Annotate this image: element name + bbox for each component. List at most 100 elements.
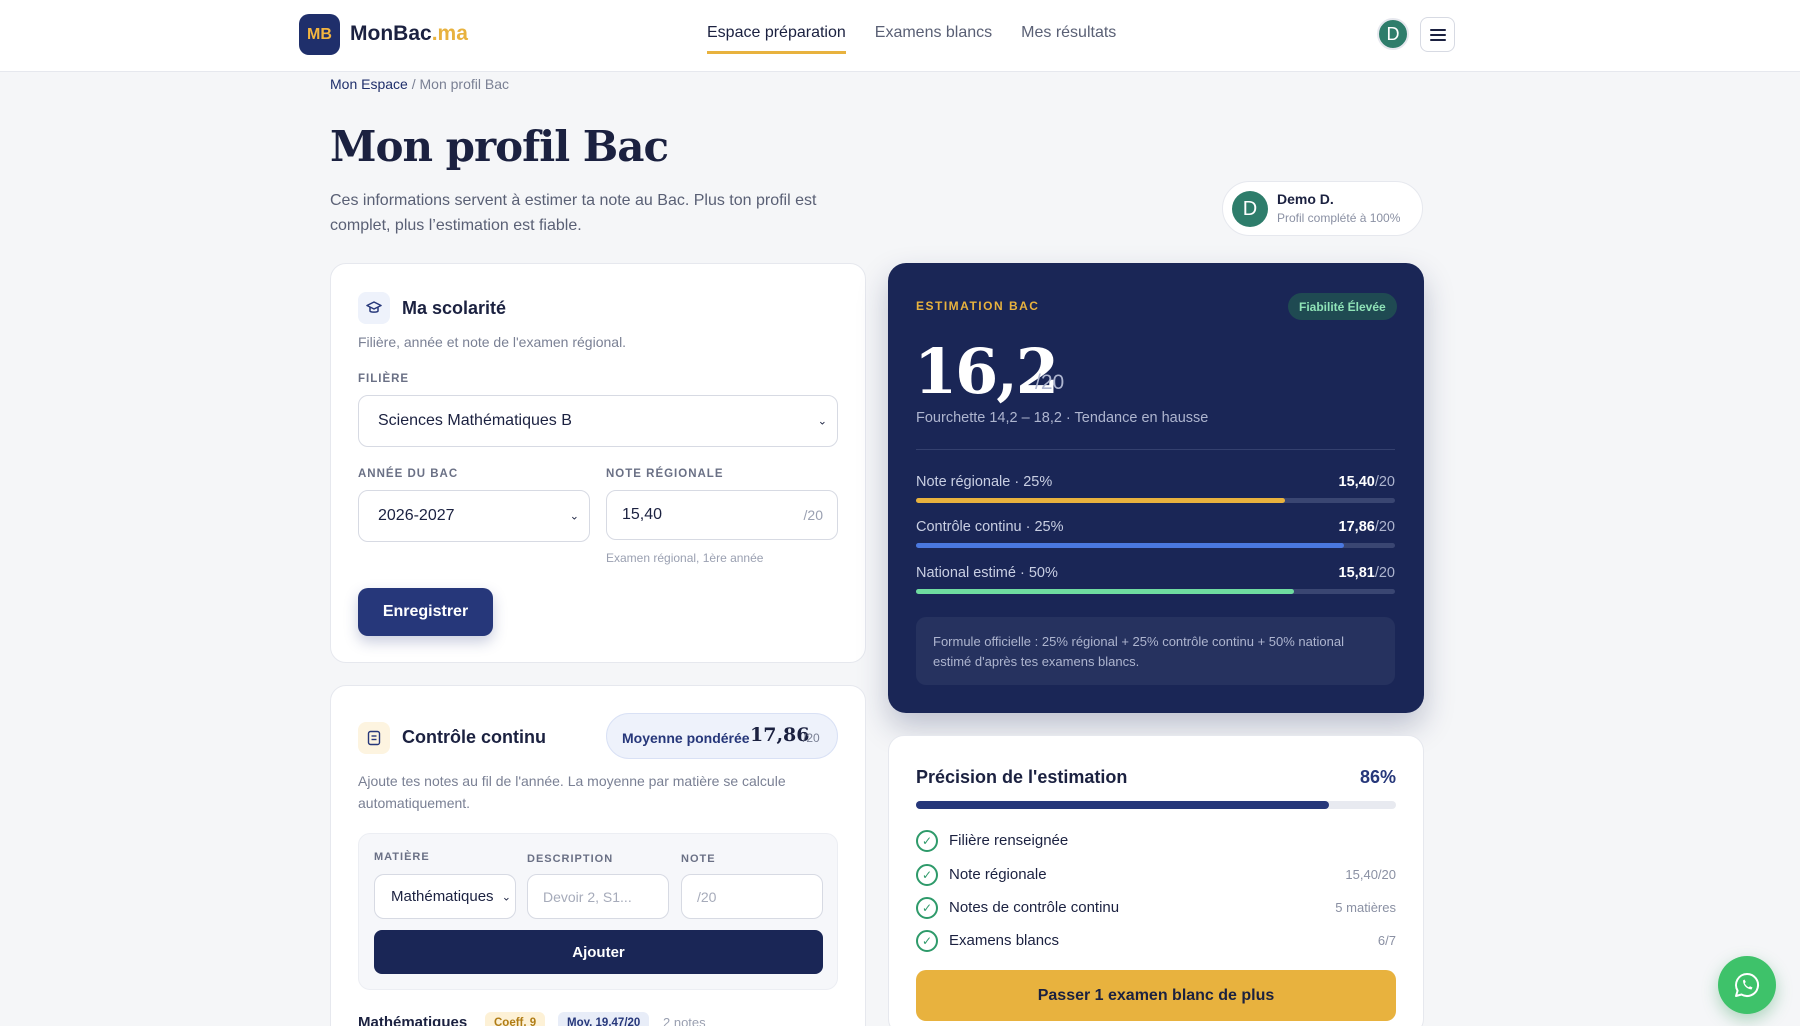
page-subtitle: Ces informations servent à estimer ta no…: [330, 192, 817, 234]
precision-percent: 86%: [1359, 767, 1396, 787]
estimated-score-over: /20: [1035, 371, 1065, 394]
add-grade-panel: MATIÈRE Mathématiques ⌄ DESCRIPTION Devo…: [358, 833, 838, 990]
component-label: Contrôle continu · 25%: [916, 519, 1064, 535]
weighted-average-chip: Moyenne pondérée 17,86 /20: [606, 713, 838, 759]
component-score: 15,81: [1338, 565, 1375, 581]
notebook-icon: [358, 722, 390, 754]
weighted-average-value: 17,86: [750, 724, 810, 746]
user-profile-chip[interactable]: D Demo D. Profil complété à 100%: [1222, 181, 1423, 236]
breadcrumb-link-mon-espace[interactable]: Mon Espace: [330, 76, 408, 92]
filiere-select[interactable]: Sciences Mathématiques B ⌄: [358, 395, 838, 447]
check-circle-icon: ✓: [916, 897, 938, 919]
profile-completion: Profil complété à 100%: [1277, 211, 1401, 225]
nav-link-espace-preparation[interactable]: Espace préparation: [707, 24, 846, 54]
component-label: National estimé · 50%: [916, 565, 1058, 581]
filiere-label: FILIÈRE: [358, 373, 410, 385]
add-grade-button[interactable]: Ajouter: [374, 930, 823, 974]
check-label: Filière renseignée: [949, 832, 1069, 849]
breadcrumb-separator: /: [407, 76, 420, 92]
matiere-select[interactable]: Mathématiques ⌄: [374, 874, 516, 919]
check-aside: 5 matières: [1335, 900, 1396, 915]
check-note-regionale: ✓ Note régionale 15,40/20: [916, 863, 1396, 887]
nav-link-examens-blancs[interactable]: Examens blancs: [875, 24, 992, 54]
scolarite-description: Filière, année et note de l'examen régio…: [358, 334, 627, 350]
annee-value: 2026-2027: [378, 507, 455, 524]
graduation-cap-icon: [358, 292, 390, 324]
annee-label: ANNÉE DU BAC: [358, 468, 459, 480]
check-circle-icon: ✓: [916, 864, 938, 886]
weighted-average-label: Moyenne pondérée: [622, 730, 750, 746]
breadcrumb-current: Mon profil Bac: [419, 76, 509, 92]
note-regionale-value: 15,40: [622, 506, 663, 523]
logo-text[interactable]: MonBac.ma: [350, 22, 468, 46]
component-value: 17,86/20: [1339, 519, 1395, 535]
controle-title: Contrôle continu: [402, 727, 546, 747]
reliability-badge: Fiabilité Élevée: [1288, 293, 1397, 320]
whatsapp-icon: [1735, 972, 1759, 997]
chevron-down-icon: ⌄: [817, 415, 827, 428]
component-controle-continu: Contrôle continu · 25% 17,86/20: [916, 519, 1395, 549]
check-label: Note régionale: [949, 866, 1047, 883]
check-filiere: ✓ Filière renseignée: [916, 829, 1396, 853]
save-button[interactable]: Enregistrer: [358, 588, 493, 636]
grade-count: 2 notes: [663, 1015, 706, 1026]
logo-name: MonBac: [350, 22, 432, 45]
note-regionale-input[interactable]: 15,40 /20: [606, 490, 838, 540]
component-note-regionale: Note régionale · 25% 15,40/20: [916, 474, 1395, 504]
logo-tld: .ma: [431, 22, 468, 45]
menu-button[interactable]: [1420, 17, 1455, 52]
controle-description: Ajoute tes notes au fil de l'année. La m…: [358, 773, 786, 811]
scolarite-card: Ma scolarité Filière, année et note de l…: [330, 263, 866, 663]
note-regionale-suffix: /20: [803, 507, 823, 523]
subject-average-badge: Moy. 19,47/20: [558, 1012, 650, 1026]
check-label: Notes de contrôle continu: [949, 899, 1120, 916]
whatsapp-button[interactable]: [1718, 956, 1776, 1014]
check-examens-blancs: ✓ Examens blancs 6/7: [916, 929, 1396, 953]
estimation-card: ESTIMATION BAC Fiabilité Élevée 16,2 /20…: [888, 263, 1424, 713]
annee-select[interactable]: 2026-2027 ⌄: [358, 490, 590, 542]
check-aside: 6/7: [1377, 933, 1396, 948]
check-label: Examens blancs: [949, 932, 1060, 949]
breadcrumb: Mon Espace / Mon profil Bac: [330, 76, 509, 92]
component-value: 15,40/20: [1339, 474, 1395, 490]
note-input[interactable]: /20: [681, 874, 823, 919]
matiere-label: MATIÈRE: [374, 851, 430, 863]
precision-progress-fill: [916, 801, 1329, 809]
nav-links: Espace préparation Examens blancs Mes ré…: [707, 24, 1116, 54]
component-national-estime: National estimé · 50% 15,81/20: [916, 565, 1395, 595]
estimation-range: Fourchette 14,2 – 18,2 · Tendance en hau…: [916, 410, 1209, 426]
weighted-average-over: /20: [803, 731, 820, 745]
subject-row-mathematiques[interactable]: Mathématiques Coeff. 9 Moy. 19,47/20 2 n…: [358, 1010, 838, 1026]
user-avatar[interactable]: D: [1377, 18, 1409, 50]
top-nav: MB MonBac.ma Espace préparation Examens …: [0, 0, 1800, 72]
note-placeholder: /20: [697, 888, 717, 905]
precision-title: Précision de l'estimation: [916, 767, 1128, 787]
scolarite-title: Ma scolarité: [402, 298, 507, 318]
description-input[interactable]: Devoir 2, S1...: [527, 874, 669, 919]
component-label: Note régionale · 25%: [916, 474, 1053, 490]
component-over: /20: [1374, 474, 1395, 490]
take-mock-exam-button[interactable]: Passer 1 examen blanc de plus: [916, 970, 1396, 1021]
chevron-down-icon: ⌄: [569, 510, 579, 523]
filiere-value: Sciences Mathématiques B: [378, 412, 572, 429]
matiere-value: Mathématiques: [391, 888, 494, 905]
chevron-down-icon: ⌄: [501, 891, 511, 903]
logo-badge[interactable]: MB: [299, 14, 340, 55]
nav-link-mes-resultats[interactable]: Mes résultats: [1021, 24, 1116, 54]
user-chip-avatar: D: [1232, 191, 1268, 227]
estimation-kicker: ESTIMATION BAC: [916, 299, 1040, 313]
component-progress-fill: [916, 543, 1344, 548]
component-score: 17,86: [1338, 519, 1375, 535]
check-circle-icon: ✓: [916, 930, 938, 952]
coefficient-badge: Coeff. 9: [485, 1012, 546, 1026]
check-controle-continu: ✓ Notes de contrôle continu 5 matières: [916, 896, 1396, 920]
hamburger-icon: [1429, 28, 1446, 41]
description-placeholder: Devoir 2, S1...: [543, 888, 632, 905]
component-progress-fill: [916, 498, 1285, 503]
description-label: DESCRIPTION: [527, 853, 614, 865]
precision-progress-track: [916, 801, 1396, 809]
page-title: Mon profil Bac: [330, 122, 669, 171]
component-score: 15,40: [1338, 474, 1375, 490]
component-value: 15,81/20: [1339, 565, 1395, 581]
component-progress-fill: [916, 589, 1295, 594]
